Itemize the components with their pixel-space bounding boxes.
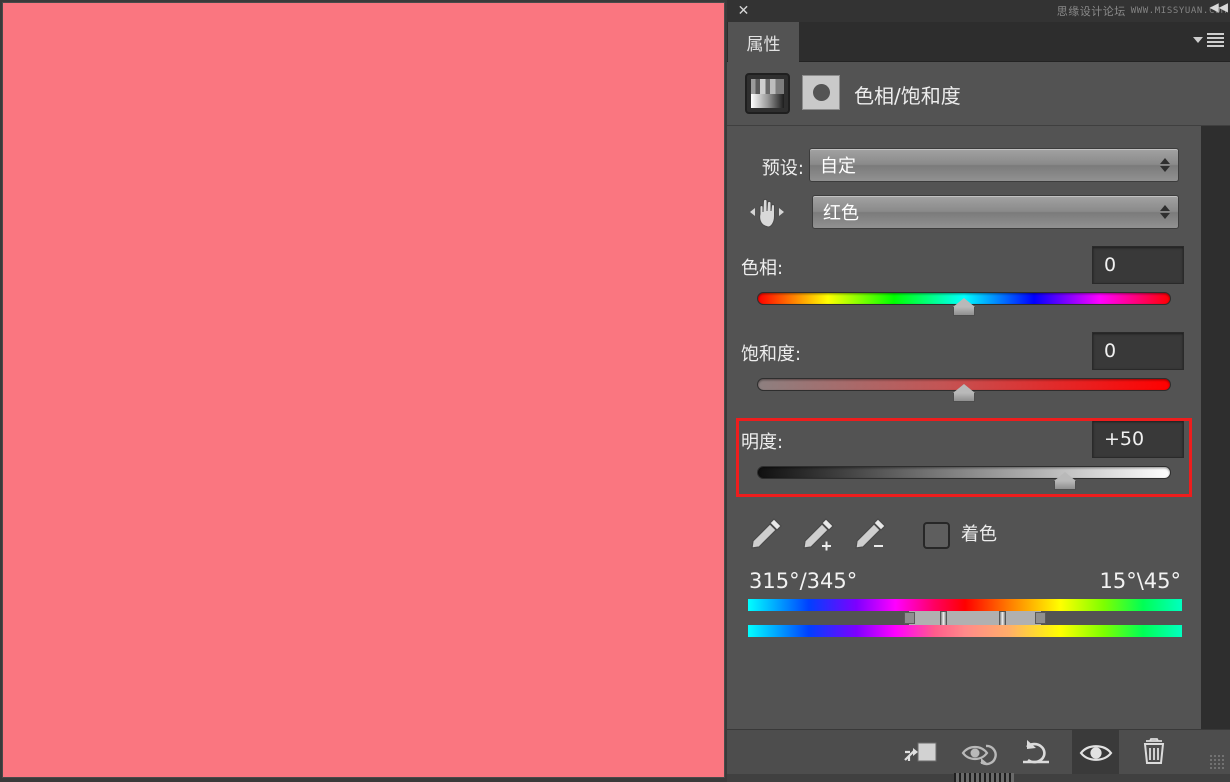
hue-range-selector[interactable] [748, 611, 1182, 626]
clip-to-layer-button[interactable] [897, 730, 944, 775]
hue-range-band[interactable] [909, 611, 1041, 626]
panel-tab-strip: 属性 [727, 22, 1230, 62]
reset-button[interactable] [1013, 730, 1060, 775]
hamburger-menu-icon [1207, 33, 1224, 47]
hue-range-end-handle[interactable] [999, 611, 1006, 626]
hue-range-left-degrees: 315°/345° [749, 569, 858, 593]
dock-bottom-strip [727, 773, 1230, 782]
toggle-previous-state-button[interactable] [955, 730, 1002, 775]
panel-body: 预设: 自定 红色 色相: 0 饱和度: 0 明度: +50 着色 315°/3… [727, 126, 1201, 729]
colorize-checkbox[interactable] [923, 522, 950, 549]
adjustment-icon-inner [751, 79, 784, 108]
mask-dot-icon [812, 84, 830, 101]
panel-footer-toolbar [727, 729, 1230, 775]
layer-mask-thumbnail[interactable] [802, 75, 840, 110]
hue-saturation-adjustment-icon[interactable] [745, 73, 790, 114]
eyedropper-minus-icon[interactable] [849, 513, 891, 557]
hue-range-falloff-right-handle[interactable] [1035, 612, 1046, 624]
photoshop-window: ✕ 思缘设计论坛 WWW.MISSYUAN.COM ◀◀ 属性 色相/饱和度 预… [0, 0, 1230, 782]
tab-properties[interactable]: 属性 [728, 22, 799, 62]
watermark: 思缘设计论坛 WWW.MISSYUAN.COM [1057, 1, 1227, 21]
toggle-visibility-button[interactable] [1072, 730, 1119, 775]
channel-row: 红色 [727, 194, 1201, 234]
chevron-down-icon [1193, 37, 1203, 43]
image-canvas[interactable] [2, 2, 725, 778]
collapse-dock-icon[interactable]: ◀◀ [1210, 1, 1228, 13]
hue-range-falloff-left-handle[interactable] [904, 612, 915, 624]
preset-label: 预设: [761, 158, 804, 179]
lightness-slider-track[interactable] [757, 466, 1171, 479]
panel-menu-icon[interactable] [1193, 33, 1224, 47]
saturation-label: 饱和度: [741, 344, 802, 365]
tools-row: 着色 [727, 513, 1201, 559]
channel-spinner-icon [1160, 205, 1170, 219]
dock-drag-grip[interactable] [954, 773, 1014, 782]
watermark-cn-text: 思缘设计论坛 [1056, 5, 1126, 18]
preset-row: 预设: 自定 [727, 146, 1201, 184]
saturation-value-input[interactable]: 0 [1092, 332, 1184, 370]
eyedropper-icon[interactable] [745, 513, 787, 557]
channel-value: 红色 [823, 203, 859, 224]
close-icon[interactable]: ✕ [735, 3, 752, 20]
hue-range-right-degrees: 15°\45° [1099, 569, 1181, 593]
preset-select[interactable]: 自定 [809, 148, 1179, 182]
hue-range-bar-source [748, 599, 1182, 611]
properties-panel-dock: ✕ 思缘设计论坛 WWW.MISSYUAN.COM ◀◀ 属性 色相/饱和度 预… [727, 0, 1230, 782]
eyedropper-plus-icon[interactable] [797, 513, 839, 557]
lightness-value-input[interactable]: +50 [1092, 420, 1184, 458]
targeted-adjustment-hand-icon[interactable] [749, 194, 799, 232]
hue-range-bar-result [748, 625, 1182, 637]
lightness-label: 明度: [741, 432, 784, 453]
page-title: 色相/饱和度 [854, 83, 961, 108]
hue-label: 色相: [741, 258, 784, 279]
preset-value: 自定 [820, 156, 856, 177]
panel-header: 色相/饱和度 [727, 62, 1230, 126]
delete-layer-button[interactable] [1130, 730, 1177, 775]
canvas-area [0, 0, 727, 782]
hue-range-start-handle[interactable] [940, 611, 947, 626]
preset-spinner-icon [1160, 158, 1170, 172]
hue-value-input[interactable]: 0 [1092, 246, 1184, 284]
colorize-label: 着色 [961, 524, 997, 545]
dock-titlebar: ✕ 思缘设计论坛 WWW.MISSYUAN.COM ◀◀ [727, 0, 1230, 22]
channel-select[interactable]: 红色 [812, 195, 1179, 229]
panel-scroll-gutter[interactable] [1201, 126, 1230, 729]
panel-resize-grip-icon[interactable] [1209, 754, 1225, 770]
